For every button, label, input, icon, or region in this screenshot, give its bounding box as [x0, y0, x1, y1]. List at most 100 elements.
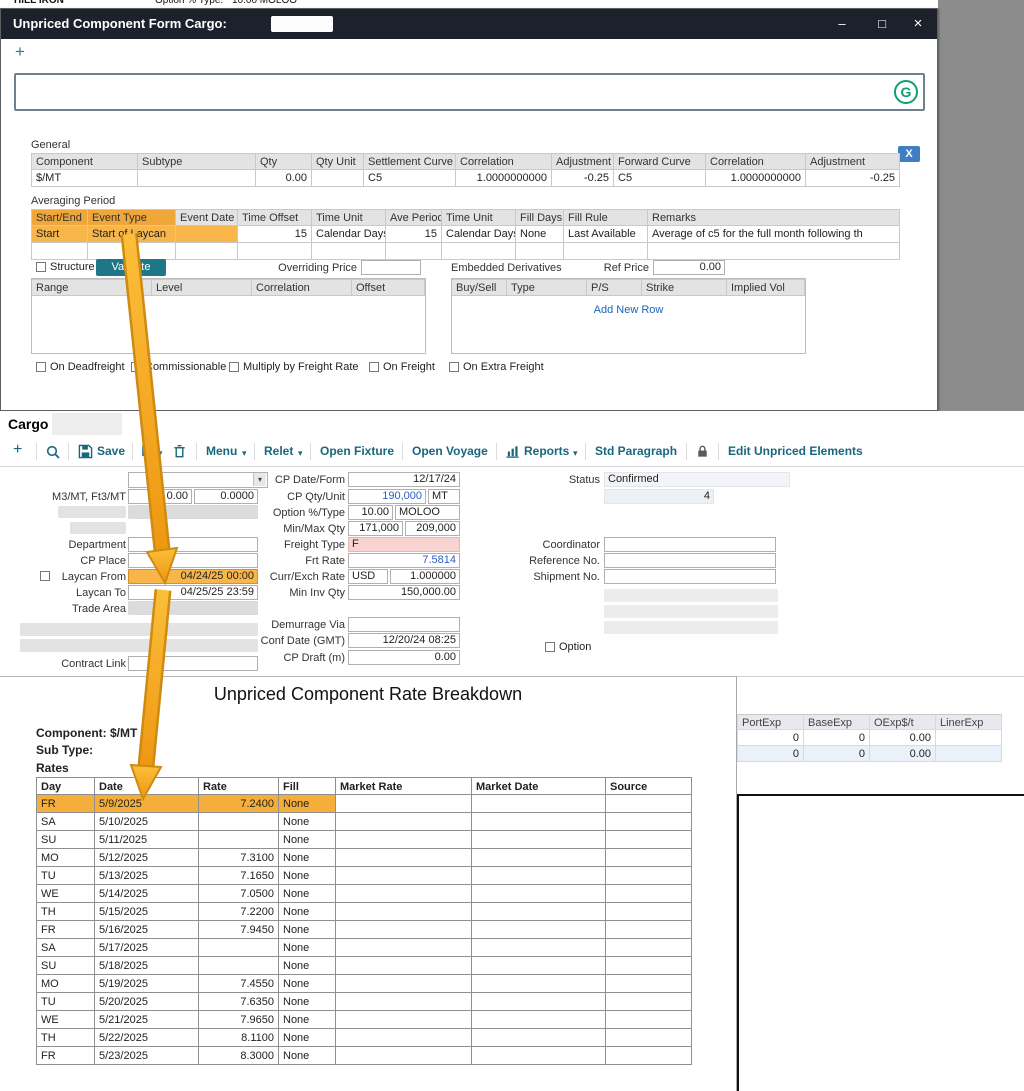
- cell-source[interactable]: [606, 993, 692, 1011]
- exch-rate-input[interactable]: 1.000000: [390, 569, 460, 584]
- cell-rate[interactable]: 7.3100: [199, 849, 279, 867]
- cell-date[interactable]: 5/15/2025: [95, 903, 199, 921]
- m3-input[interactable]: 0.00: [128, 489, 192, 504]
- cell-date[interactable]: 5/17/2025: [95, 939, 199, 957]
- cell-market-date[interactable]: [472, 813, 606, 831]
- cell-linerexp[interactable]: [936, 730, 1002, 746]
- cell-rate[interactable]: 7.9450: [199, 921, 279, 939]
- cell-source[interactable]: [606, 975, 692, 993]
- cell-rate[interactable]: 7.9650: [199, 1011, 279, 1029]
- cell-event-date[interactable]: [176, 226, 238, 243]
- cell-adjustment-2[interactable]: -0.25: [806, 170, 900, 187]
- cell-date[interactable]: 5/22/2025: [95, 1029, 199, 1047]
- cell-fill[interactable]: None: [279, 885, 336, 903]
- cell-oexp[interactable]: 0.00: [870, 746, 936, 762]
- cell-portexp[interactable]: 0: [738, 730, 804, 746]
- cell-rate[interactable]: 8.1100: [199, 1029, 279, 1047]
- cell-date[interactable]: 5/21/2025: [95, 1011, 199, 1029]
- cell-market-date[interactable]: [472, 867, 606, 885]
- cell-date[interactable]: 5/23/2025: [95, 1047, 199, 1065]
- cell-market-rate[interactable]: [336, 975, 472, 993]
- cell-settlement-curve[interactable]: C5: [364, 170, 456, 187]
- cp-qty-input[interactable]: 190,000: [348, 489, 426, 504]
- cell-day[interactable]: SU: [37, 831, 95, 849]
- option-pct-input[interactable]: 10.00: [348, 505, 393, 520]
- cell-source[interactable]: [606, 921, 692, 939]
- cell-fill[interactable]: None: [279, 939, 336, 957]
- cell-market-date[interactable]: [472, 939, 606, 957]
- cell-fill[interactable]: None: [279, 849, 336, 867]
- cell-fill[interactable]: None: [279, 903, 336, 921]
- cell-correlation[interactable]: 1.0000000000: [456, 170, 552, 187]
- cell-day[interactable]: WE: [37, 1011, 95, 1029]
- cell-source[interactable]: [606, 795, 692, 813]
- panel-close-button[interactable]: X: [898, 146, 920, 162]
- cell-market-date[interactable]: [472, 795, 606, 813]
- cell-fill-rule[interactable]: Last Available: [564, 226, 648, 243]
- cell-day[interactable]: MO: [37, 849, 95, 867]
- cell-qty[interactable]: 0.00: [256, 170, 312, 187]
- shipment-no-input[interactable]: [604, 569, 776, 584]
- cell-market-rate[interactable]: [336, 1047, 472, 1065]
- cell-market-date[interactable]: [472, 831, 606, 849]
- cell-day[interactable]: FR: [37, 921, 95, 939]
- cell-qty-unit[interactable]: [312, 170, 364, 187]
- freight-type-input[interactable]: F: [348, 537, 460, 552]
- cell-source[interactable]: [606, 867, 692, 885]
- cell-market-rate[interactable]: [336, 795, 472, 813]
- cell-rate[interactable]: 7.2200: [199, 903, 279, 921]
- on-extra-freight-checkbox[interactable]: [449, 362, 459, 372]
- std-paragraph-button[interactable]: Std Paragraph: [595, 444, 677, 458]
- cell-market-rate[interactable]: [336, 1011, 472, 1029]
- coordinator-input[interactable]: [604, 537, 776, 552]
- cp-date-form-input[interactable]: 12/17/24: [348, 472, 460, 487]
- cell-source[interactable]: [606, 849, 692, 867]
- commissionable-checkbox[interactable]: [131, 362, 141, 372]
- menu-button[interactable]: Menu: [206, 444, 237, 458]
- toolbar-add-icon[interactable]: +: [13, 441, 22, 459]
- cell-day[interactable]: SA: [37, 813, 95, 831]
- cell-date[interactable]: 5/12/2025: [95, 849, 199, 867]
- option-checkbox[interactable]: [545, 642, 555, 652]
- frt-rate-input[interactable]: 7.5814: [348, 553, 460, 568]
- cell-market-rate[interactable]: [336, 867, 472, 885]
- cell-day[interactable]: TH: [37, 903, 95, 921]
- delete-icon[interactable]: [172, 444, 187, 459]
- cell-market-date[interactable]: [472, 849, 606, 867]
- cell-market-date[interactable]: [472, 921, 606, 939]
- cell-rate[interactable]: 7.1650: [199, 867, 279, 885]
- cell-remarks[interactable]: Average of c5 for the full month followi…: [648, 226, 900, 243]
- cell-subtype[interactable]: [138, 170, 256, 187]
- cell-time-offset[interactable]: 15: [238, 226, 312, 243]
- demurrage-via-input[interactable]: [348, 617, 460, 632]
- save-icon[interactable]: [78, 444, 93, 459]
- cell-rate[interactable]: [199, 939, 279, 957]
- cell-market-date[interactable]: [472, 1029, 606, 1047]
- cell-forward-curve[interactable]: C5: [614, 170, 706, 187]
- cell-source[interactable]: [606, 831, 692, 849]
- cell-adjustment[interactable]: -0.25: [552, 170, 614, 187]
- cell-market-date[interactable]: [472, 993, 606, 1011]
- search-icon[interactable]: [45, 444, 61, 460]
- reports-button[interactable]: Reports: [524, 444, 569, 458]
- min-inv-qty-input[interactable]: 150,000.00: [348, 585, 460, 600]
- cell-market-date[interactable]: [472, 1011, 606, 1029]
- cell-source[interactable]: [606, 957, 692, 975]
- cell-day[interactable]: MO: [37, 975, 95, 993]
- cell-start-end[interactable]: Start: [32, 226, 88, 243]
- cell-fill[interactable]: None: [279, 795, 336, 813]
- cell-source[interactable]: [606, 939, 692, 957]
- cell-baseexp[interactable]: 0: [804, 730, 870, 746]
- cell-market-date[interactable]: [472, 1047, 606, 1065]
- open-fixture-button[interactable]: Open Fixture: [320, 444, 394, 458]
- cell-day[interactable]: WE: [37, 885, 95, 903]
- cell-fill[interactable]: None: [279, 1011, 336, 1029]
- cell-fill-days[interactable]: None: [516, 226, 564, 243]
- cell-market-date[interactable]: [472, 903, 606, 921]
- lock-icon[interactable]: [695, 444, 710, 459]
- cell-fill[interactable]: None: [279, 1029, 336, 1047]
- cell-date[interactable]: 5/18/2025: [95, 957, 199, 975]
- ref-price-input[interactable]: 0.00: [653, 260, 725, 275]
- validate-button[interactable]: Validate: [96, 259, 166, 276]
- cell-market-rate[interactable]: [336, 939, 472, 957]
